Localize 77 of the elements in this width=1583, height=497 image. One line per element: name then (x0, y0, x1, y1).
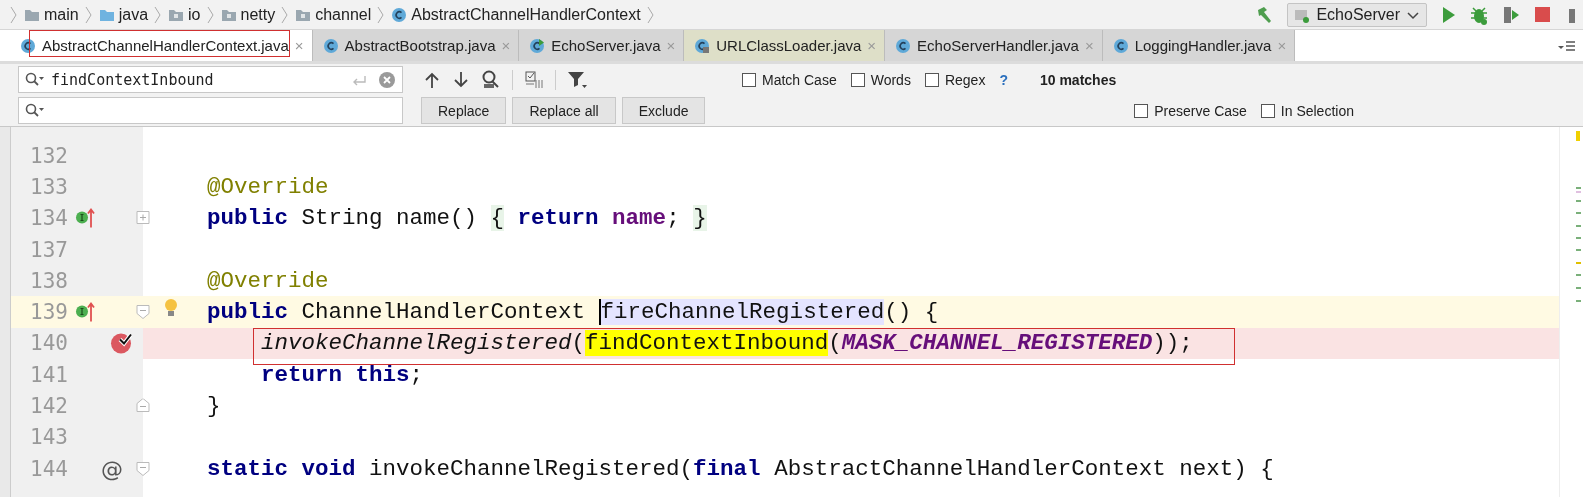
breadcrumb-item[interactable]: main (44, 5, 79, 24)
class-icon (895, 37, 912, 54)
lightbulb-icon[interactable] (163, 298, 179, 318)
code-line: public ChannelHandlerContext fireChannelRegistered() { (206, 299, 939, 326)
breadcrumb-item[interactable]: netty (240, 5, 276, 24)
code-line: return this; (260, 361, 424, 388)
breakpoint-icon[interactable] (110, 331, 133, 355)
checkbox[interactable]: Words (850, 71, 911, 88)
class-icon (20, 37, 36, 54)
chevron-icon (646, 5, 655, 24)
line-number: 139 (29, 300, 68, 325)
search-field[interactable]: findContextInbound (18, 66, 403, 93)
locked-class-icon (694, 37, 711, 54)
select-occurrences-icon[interactable] (524, 69, 544, 90)
code-line: static void invokeChannelRegistered(final AbstractChannelHandlerContext next) { (206, 455, 1274, 482)
annotation-marker[interactable]: @ (101, 456, 123, 482)
stop-icon[interactable] (1533, 4, 1553, 25)
chevron-icon (154, 5, 163, 24)
replace-field[interactable] (18, 97, 403, 124)
find-button[interactable]: Replace (421, 97, 507, 124)
filter-icon[interactable] (567, 69, 589, 90)
coverage-icon[interactable] (1501, 4, 1521, 25)
bug-icon[interactable] (1469, 4, 1489, 25)
checkbox[interactable]: Match Case (742, 71, 837, 88)
checkbox[interactable]: Preserve Case (1134, 102, 1247, 119)
breadcrumb-item[interactable]: io (188, 5, 201, 24)
editor-tab[interactable]: URLClassLoader.java × (684, 30, 886, 61)
class-icon (1112, 37, 1129, 54)
breadcrumb-item[interactable]: java (118, 5, 149, 24)
line-number: 142 (29, 394, 68, 418)
find-button[interactable]: Exclude (621, 97, 706, 124)
breadcrumb-item[interactable]: channel (315, 5, 372, 24)
code-line: } (206, 393, 221, 419)
chevron-icon (281, 5, 290, 24)
help-link[interactable]: ? (999, 71, 1008, 88)
editor-tab[interactable]: LoggingHandler.java × (1102, 30, 1296, 61)
code-line: @Override (206, 173, 329, 200)
clear-icon[interactable] (378, 70, 396, 89)
search-icon (25, 71, 45, 88)
implements-icon[interactable] (75, 207, 95, 229)
chevron-icon (377, 5, 386, 24)
checkbox[interactable]: Regex (924, 71, 986, 88)
line-number: 138 (29, 268, 68, 293)
editor-tab[interactable]: EchoServerHandler.java × (885, 30, 1103, 61)
match-count: 10 matches (1039, 71, 1117, 88)
run-config-dropdown[interactable]: EchoServer (1287, 2, 1427, 27)
editor-tab[interactable]: AbstractBootstrap.java × (312, 30, 520, 61)
breadcrumb-item[interactable]: AbstractChannelHandlerContext (411, 5, 641, 24)
line-number: 132 (29, 143, 68, 168)
line-number: 134 (29, 206, 68, 231)
expand-icon[interactable] (136, 210, 150, 226)
arrow-down-icon[interactable] (452, 70, 470, 89)
line-number: 143 (29, 425, 68, 450)
code-line: invokeChannelRegistered(findContextInbound(MASK_CHANNEL_REGISTERED)); (260, 330, 1193, 357)
class-icon (322, 37, 339, 54)
find-all-icon[interactable] (481, 69, 501, 90)
line-number: 141 (29, 362, 68, 387)
line-number: 144 (29, 456, 68, 481)
line-number: 137 (29, 237, 68, 262)
line-number: 133 (29, 174, 68, 199)
find-button[interactable]: Replace all (512, 97, 616, 124)
chevron-icon (10, 5, 18, 24)
runnable-class-icon (529, 37, 546, 54)
search-icon (25, 102, 45, 119)
class-icon (391, 6, 408, 23)
implements-icon[interactable] (75, 301, 95, 323)
fold-icon[interactable] (136, 398, 150, 414)
checkbox[interactable]: In Selection (1260, 102, 1354, 119)
fold-icon[interactable] (136, 461, 150, 477)
chevron-icon (206, 5, 215, 24)
chevron-icon (84, 5, 93, 24)
arrow-up-icon[interactable] (423, 70, 441, 89)
code-line: public String name() { return name; } (206, 205, 707, 232)
fold-icon[interactable] (136, 304, 150, 320)
code-line: @Override (206, 267, 329, 294)
editor-tab[interactable]: EchoServer.java × (519, 30, 685, 61)
line-number: 140 (29, 331, 68, 356)
